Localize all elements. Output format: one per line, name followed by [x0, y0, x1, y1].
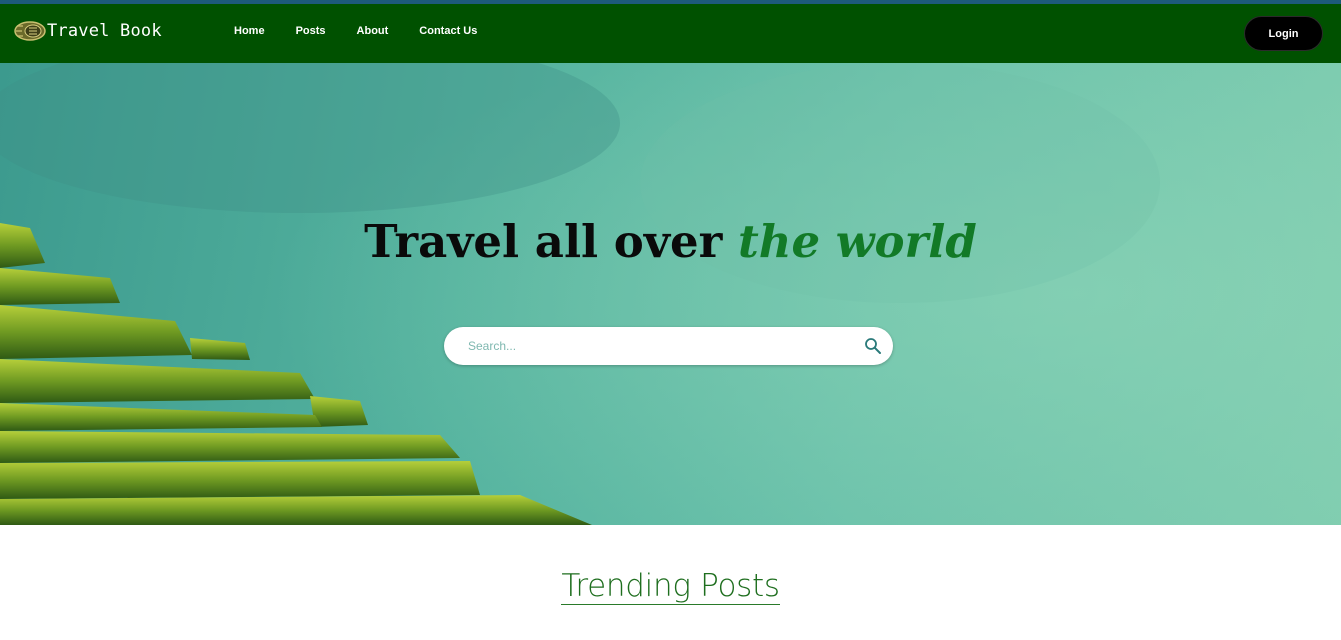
nav-link-posts[interactable]: Posts: [296, 25, 326, 37]
search-input[interactable]: [466, 330, 850, 362]
login-button[interactable]: Login: [1244, 16, 1323, 51]
hero-title: Travel all over the world: [0, 215, 1341, 268]
nav-link-about[interactable]: About: [357, 25, 389, 37]
hero-banner: Travel all over the world: [0, 63, 1341, 525]
hero-background-image: [0, 63, 1341, 525]
search-bar: [444, 327, 893, 365]
brand[interactable]: Travel Book: [13, 20, 162, 42]
hero-title-accent: the world: [737, 215, 977, 268]
nav-link-home[interactable]: Home: [234, 25, 265, 37]
trending-posts-header: Trending Posts: [0, 568, 1341, 605]
nav-link-contact-us[interactable]: Contact Us: [419, 25, 477, 37]
section-title-trending-posts: Trending Posts: [561, 568, 780, 605]
travel-book-logo-icon: [14, 21, 46, 41]
search-icon[interactable]: [864, 337, 882, 355]
navbar: Travel Book Home Posts About Contact Us …: [0, 4, 1341, 63]
main-nav: Home Posts About Contact Us: [234, 25, 508, 37]
hero-title-main: Travel all over: [364, 215, 738, 268]
brand-name: Travel Book: [47, 21, 162, 41]
